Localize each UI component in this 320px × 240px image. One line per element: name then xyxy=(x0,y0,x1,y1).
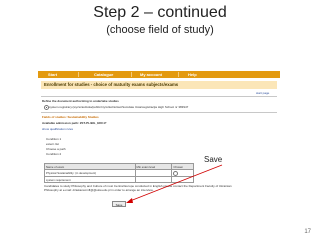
annotation-arrow-icon xyxy=(126,164,223,203)
slide-page-number: 17 xyxy=(304,229,311,235)
